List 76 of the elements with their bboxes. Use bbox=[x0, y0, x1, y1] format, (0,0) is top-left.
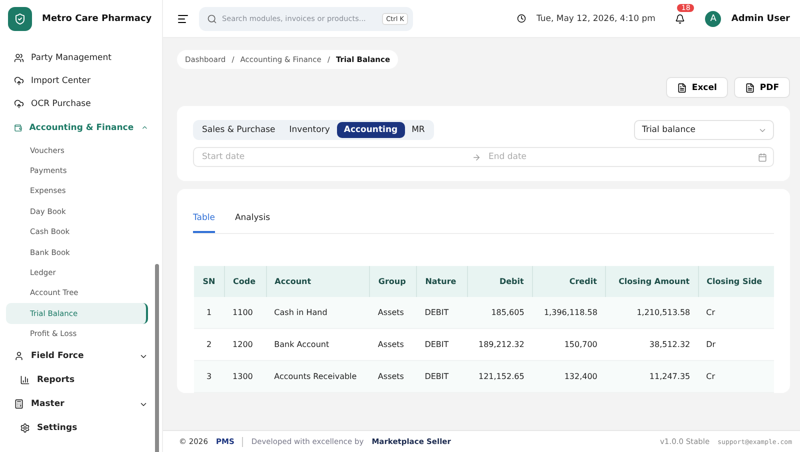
table-cell: DEBIT bbox=[416, 360, 468, 392]
settings-icon bbox=[20, 423, 30, 434]
sidebar-item[interactable]: Party Management bbox=[6, 46, 148, 69]
sidebar-item[interactable]: Accounting & Finance bbox=[6, 115, 148, 140]
export-button[interactable]: PDF bbox=[734, 77, 790, 98]
shield-logo bbox=[8, 7, 32, 31]
column-header[interactable]: Account bbox=[266, 266, 370, 297]
cloud-upload-icon bbox=[14, 76, 24, 86]
table-cell: 2 bbox=[194, 328, 225, 360]
user-avatar[interactable]: A bbox=[705, 10, 722, 26]
table-cell: Assets bbox=[370, 328, 417, 360]
sidebar-item[interactable]: Field Force bbox=[6, 344, 148, 369]
sidebar-item[interactable]: Reports bbox=[6, 368, 148, 392]
table-cell: Bank Account bbox=[266, 328, 370, 360]
table-cell: 150,700 bbox=[532, 328, 606, 360]
notification-icon[interactable] bbox=[675, 14, 686, 24]
column-header[interactable]: Closing Amount bbox=[605, 266, 698, 297]
segment-tab[interactable]: MR bbox=[404, 122, 432, 138]
table-cell: 1,396,118.58 bbox=[532, 297, 606, 328]
table-cell: Accounts Receivable bbox=[266, 360, 370, 392]
people-icon bbox=[14, 52, 24, 62]
clock-icon bbox=[517, 14, 526, 23]
column-header[interactable]: Code bbox=[224, 266, 266, 297]
column-header[interactable]: Nature bbox=[416, 266, 468, 297]
table-cell: 3 bbox=[194, 360, 225, 392]
table-cell: Dr bbox=[698, 328, 774, 360]
table-cell: DEBIT bbox=[416, 328, 468, 360]
segment-tab[interactable]: Sales & Purchase bbox=[195, 122, 282, 138]
document-icon bbox=[744, 82, 755, 92]
table-cell: 1200 bbox=[224, 328, 266, 360]
table-cell: 121,152.65 bbox=[467, 360, 532, 392]
sidebar-item[interactable]: Settings bbox=[6, 416, 148, 440]
table-cell: 38,512.32 bbox=[605, 328, 698, 360]
document-icon bbox=[676, 82, 687, 92]
table-cell: 1 bbox=[194, 297, 225, 328]
calculator-icon bbox=[14, 399, 24, 410]
column-header[interactable]: Closing Side bbox=[698, 266, 774, 297]
segment-tab[interactable]: Inventory bbox=[282, 122, 337, 138]
date-time: Tue, May 12, 2026, 4:10 pm bbox=[536, 14, 656, 24]
table-cell: 1300 bbox=[224, 360, 266, 392]
table-cell: Assets bbox=[370, 360, 417, 392]
table-cell: 189,212.32 bbox=[467, 328, 532, 360]
view-tab[interactable]: Analysis bbox=[234, 213, 270, 233]
person-icon bbox=[14, 351, 24, 362]
report-select[interactable]: Trial balance bbox=[634, 120, 774, 140]
calendar-icon bbox=[758, 152, 767, 162]
table-cell: Cr bbox=[698, 360, 774, 392]
export-button[interactable]: Excel bbox=[666, 77, 728, 98]
table-cell: DEBIT bbox=[416, 297, 468, 328]
table-cell: 1100 bbox=[224, 297, 266, 328]
view-tab[interactable]: Table bbox=[193, 213, 215, 233]
sidebar-item[interactable]: Master bbox=[6, 392, 148, 417]
scrollbar[interactable] bbox=[155, 264, 159, 452]
date-range-field[interactable]: Start date End date bbox=[193, 147, 774, 167]
search-icon bbox=[207, 14, 217, 24]
wallet-icon bbox=[14, 122, 22, 132]
table-cell: 132,400 bbox=[532, 360, 606, 392]
column-header[interactable]: Debit bbox=[467, 266, 532, 297]
user-name[interactable]: Admin User bbox=[731, 14, 790, 24]
arrow-icon bbox=[472, 152, 480, 162]
segment-tab[interactable]: Accounting bbox=[336, 122, 405, 138]
cloud-upload-icon bbox=[14, 98, 24, 108]
column-header[interactable]: Group bbox=[370, 266, 417, 297]
menu-icon[interactable] bbox=[177, 12, 189, 24]
table-cell: Assets bbox=[370, 297, 417, 328]
bar-chart-icon bbox=[20, 375, 30, 386]
column-header[interactable]: SN bbox=[194, 266, 225, 297]
table-cell: 1,210,513.58 bbox=[605, 297, 698, 328]
column-header[interactable]: Credit bbox=[532, 266, 606, 297]
sidebar-item[interactable]: Import Center bbox=[6, 69, 148, 92]
sidebar-item[interactable]: OCR Purchase bbox=[6, 92, 148, 115]
table-cell: 185,605 bbox=[467, 297, 532, 328]
table-cell: 11,247.35 bbox=[605, 360, 698, 392]
table-cell: Cash in Hand bbox=[266, 297, 370, 328]
table-cell: Cr bbox=[698, 297, 774, 328]
brand-name: Metro Care Pharmacy bbox=[42, 14, 152, 24]
